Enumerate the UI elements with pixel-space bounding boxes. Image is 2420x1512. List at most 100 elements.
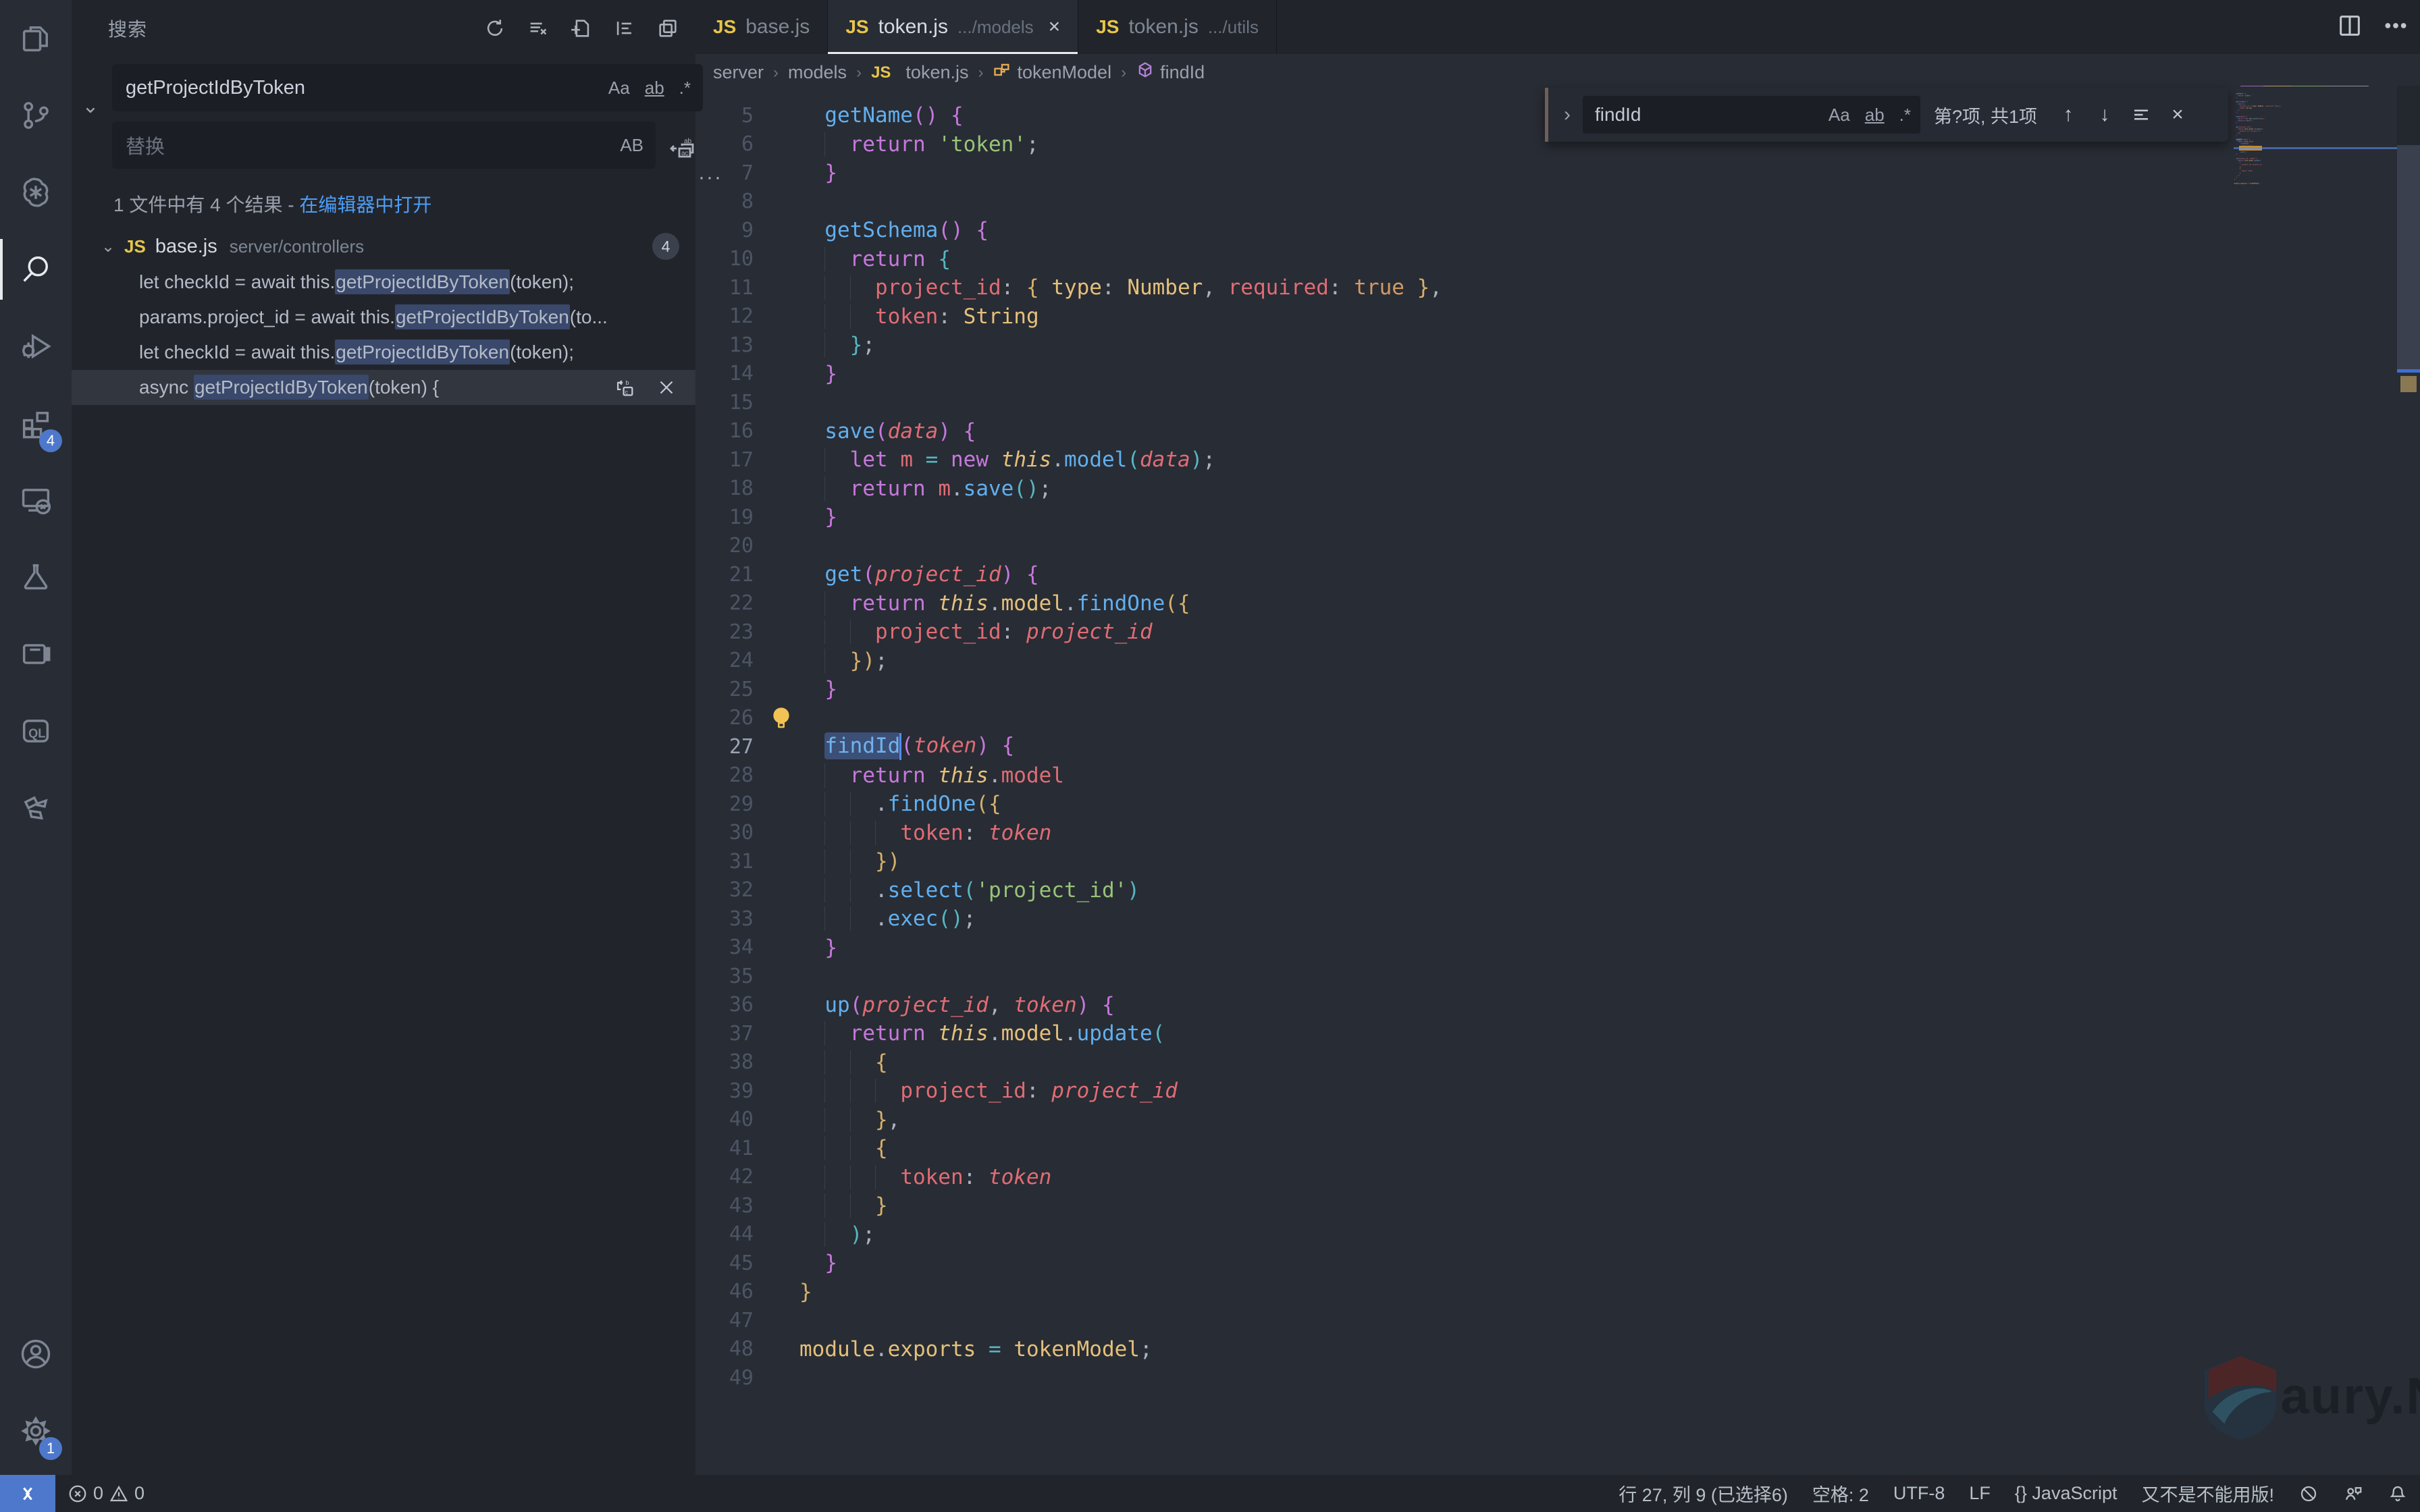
code-line-43[interactable]: 43 } [695,1191,2397,1220]
activity-item-share-nodes[interactable] [0,770,72,846]
problems-status[interactable]: 0 0 [55,1475,157,1512]
activity-item-source-control[interactable] [0,77,72,154]
code-line-24[interactable]: 24 }); [695,647,2397,676]
code-line-46[interactable]: 46} [695,1278,2397,1307]
code-line-23[interactable]: 23 project_id: project_id [695,618,2397,647]
status-item-4[interactable]: {} JavaScript [2003,1475,2130,1512]
tab-close-icon[interactable]: × [1049,17,1061,37]
activity-item-extensions[interactable]: 4 [0,385,72,462]
clear-results-icon[interactable] [524,14,552,43]
code-line-25[interactable]: 25 } [695,675,2397,704]
code-line-47[interactable]: 47 [695,1306,2397,1335]
open-in-editor-link[interactable]: 在编辑器中打开 [299,194,431,215]
breadcrumb-item[interactable]: JStoken.js [871,62,968,83]
code-line-33[interactable]: 33 .exec(); [695,905,2397,934]
scrollbar-slider[interactable] [2397,145,2420,372]
activity-item-files[interactable] [0,0,72,77]
code-line-36[interactable]: 36 up(project_id, token) { [695,991,2397,1020]
replace-all-icon[interactable]: acab [666,130,698,162]
code-line-8[interactable]: 8 [695,188,2397,217]
find-query[interactable]: findId [1595,104,1819,126]
code-line-32[interactable]: 32 .select('project_id') [695,876,2397,905]
code-line-30[interactable]: 30 token: token [695,819,2397,848]
activity-item-account[interactable] [0,1316,72,1393]
toggle-search-details-icon[interactable]: ··· [698,166,722,189]
code-line-28[interactable]: 28 return this.model [695,761,2397,790]
match-case-icon[interactable]: Aa [606,76,633,100]
activity-item-test-beaker[interactable] [0,539,72,616]
code-editor[interactable]: 5 getName() {6 return 'token';7 }89 getS… [695,91,2397,1475]
search-result-row[interactable]: async getProjectIdByToken(token) {cb [72,370,695,405]
do-not-disturb-icon[interactable] [2286,1475,2331,1512]
status-item-2[interactable]: UTF-8 [1881,1475,1957,1512]
code-line-19[interactable]: 19 } [695,503,2397,532]
code-line-27[interactable]: 27 findId(token) { [695,732,2397,761]
search-result-row[interactable]: let checkId = await this.getProjectIdByT… [72,335,695,370]
replace-placeholder[interactable]: 替换 [126,131,610,159]
activity-item-search[interactable] [0,231,72,308]
code-line-11[interactable]: 11 project_id: { type: Number, required:… [695,273,2397,302]
collapse-all-icon[interactable] [610,14,639,43]
code-line-39[interactable]: 39 project_id: project_id [695,1077,2397,1106]
editor-scrollbar[interactable] [2397,0,2420,1475]
code-line-48[interactable]: 48module.exports = tokenModel; [695,1335,2397,1364]
activity-item-run-debug[interactable] [0,308,72,385]
code-line-12[interactable]: 12 token: String [695,302,2397,331]
code-line-35[interactable]: 35 [695,962,2397,991]
replace-input[interactable]: 替换 AB [112,122,656,169]
code-line-29[interactable]: 29 .findOne({ [695,790,2397,819]
code-line-45[interactable]: 45 } [695,1249,2397,1278]
code-line-17[interactable]: 17 let m = new this.model(data); [695,446,2397,475]
split-editor-icon[interactable] [2336,12,2363,43]
find-match-case-icon[interactable]: Aa [1826,103,1853,127]
status-item-3[interactable]: LF [1957,1475,2003,1512]
code-line-21[interactable]: 21 get(project_id) { [695,560,2397,589]
code-line-16[interactable]: 16 save(data) { [695,417,2397,446]
code-line-44[interactable]: 44 ); [695,1220,2397,1249]
result-file-row[interactable]: ⌄ JS base.js server/controllers 4 [72,228,695,265]
find-in-selection-icon[interactable] [2126,100,2156,130]
activity-item-openai[interactable] [0,154,72,231]
code-line-13[interactable]: 13 }; [695,331,2397,360]
find-toggle-replace-icon[interactable]: › [1564,103,1571,126]
whole-word-icon[interactable]: ab [642,76,667,100]
find-input[interactable]: findId Aa ab .* [1583,96,1920,134]
open-in-editor-icon[interactable] [654,14,682,43]
activity-item-remote-explorer[interactable] [0,462,72,539]
code-line-37[interactable]: 37 return this.model.update( [695,1019,2397,1048]
search-value[interactable]: getProjectIdByToken [126,77,599,99]
find-whole-word-icon[interactable]: ab [1862,103,1887,127]
tab-token.js[interactable]: JS token.js.../models × [828,0,1078,54]
remote-indicator-button[interactable] [0,1475,55,1512]
status-item-1[interactable]: 空格: 2 [1800,1475,1881,1512]
breadcrumb-item[interactable]: server [713,62,764,83]
find-previous-icon[interactable]: ↑ [2053,100,2083,130]
code-line-40[interactable]: 40 }, [695,1106,2397,1135]
regex-icon[interactable]: .* [677,76,693,100]
new-search-editor-icon[interactable] [567,14,596,43]
code-line-20[interactable]: 20 [695,532,2397,561]
breadcrumb-item[interactable]: findId [1136,61,1205,84]
lightbulb-icon[interactable] [770,705,793,736]
find-close-icon[interactable]: × [2163,100,2192,130]
code-line-15[interactable]: 15 [695,388,2397,417]
code-line-7[interactable]: 7 } [695,159,2397,188]
activity-item-codeql[interactable]: QL [0,693,72,770]
code-line-22[interactable]: 22 return this.model.findOne({ [695,589,2397,618]
find-regex-icon[interactable]: .* [1897,103,1914,127]
code-line-31[interactable]: 31 }) [695,847,2397,876]
activity-item-settings-gear[interactable]: 1 [0,1393,72,1469]
feedback-icon[interactable] [2331,1475,2375,1512]
refresh-icon[interactable] [481,14,509,43]
status-item-0[interactable]: 行 27, 列 9 (已选择6) [1606,1475,1800,1512]
search-input[interactable]: getProjectIdByToken Aa ab .* [112,64,703,111]
minimap[interactable]: getName() { return 'token'; } getSchema(… [2234,83,2397,208]
code-line-49[interactable]: 49 [695,1364,2397,1393]
chevron-down-icon[interactable]: ⌄ [101,237,124,256]
code-line-10[interactable]: 10 return { [695,245,2397,274]
breadcrumb-item[interactable]: models [788,62,847,83]
code-line-9[interactable]: 9 getSchema() { [695,216,2397,245]
code-line-41[interactable]: 41 { [695,1134,2397,1163]
toggle-replace-chevron[interactable]: ⌄ [78,94,103,119]
code-line-38[interactable]: 38 { [695,1048,2397,1077]
